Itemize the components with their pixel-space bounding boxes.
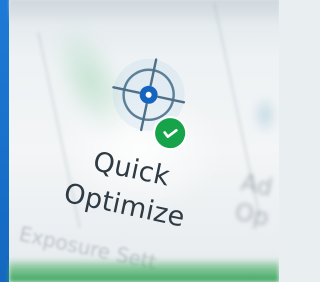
app-window: Quick Optimize Ad Op Exposure Sett [0,0,279,282]
crosshair-target-icon [98,45,212,159]
ribbon-top-band [9,0,279,24]
left-accent-bar [0,0,9,282]
quick-optimize-label-line2: Optimize [61,177,188,234]
bottom-accent-band [9,258,279,282]
adjacent-tool-icon [252,95,278,135]
